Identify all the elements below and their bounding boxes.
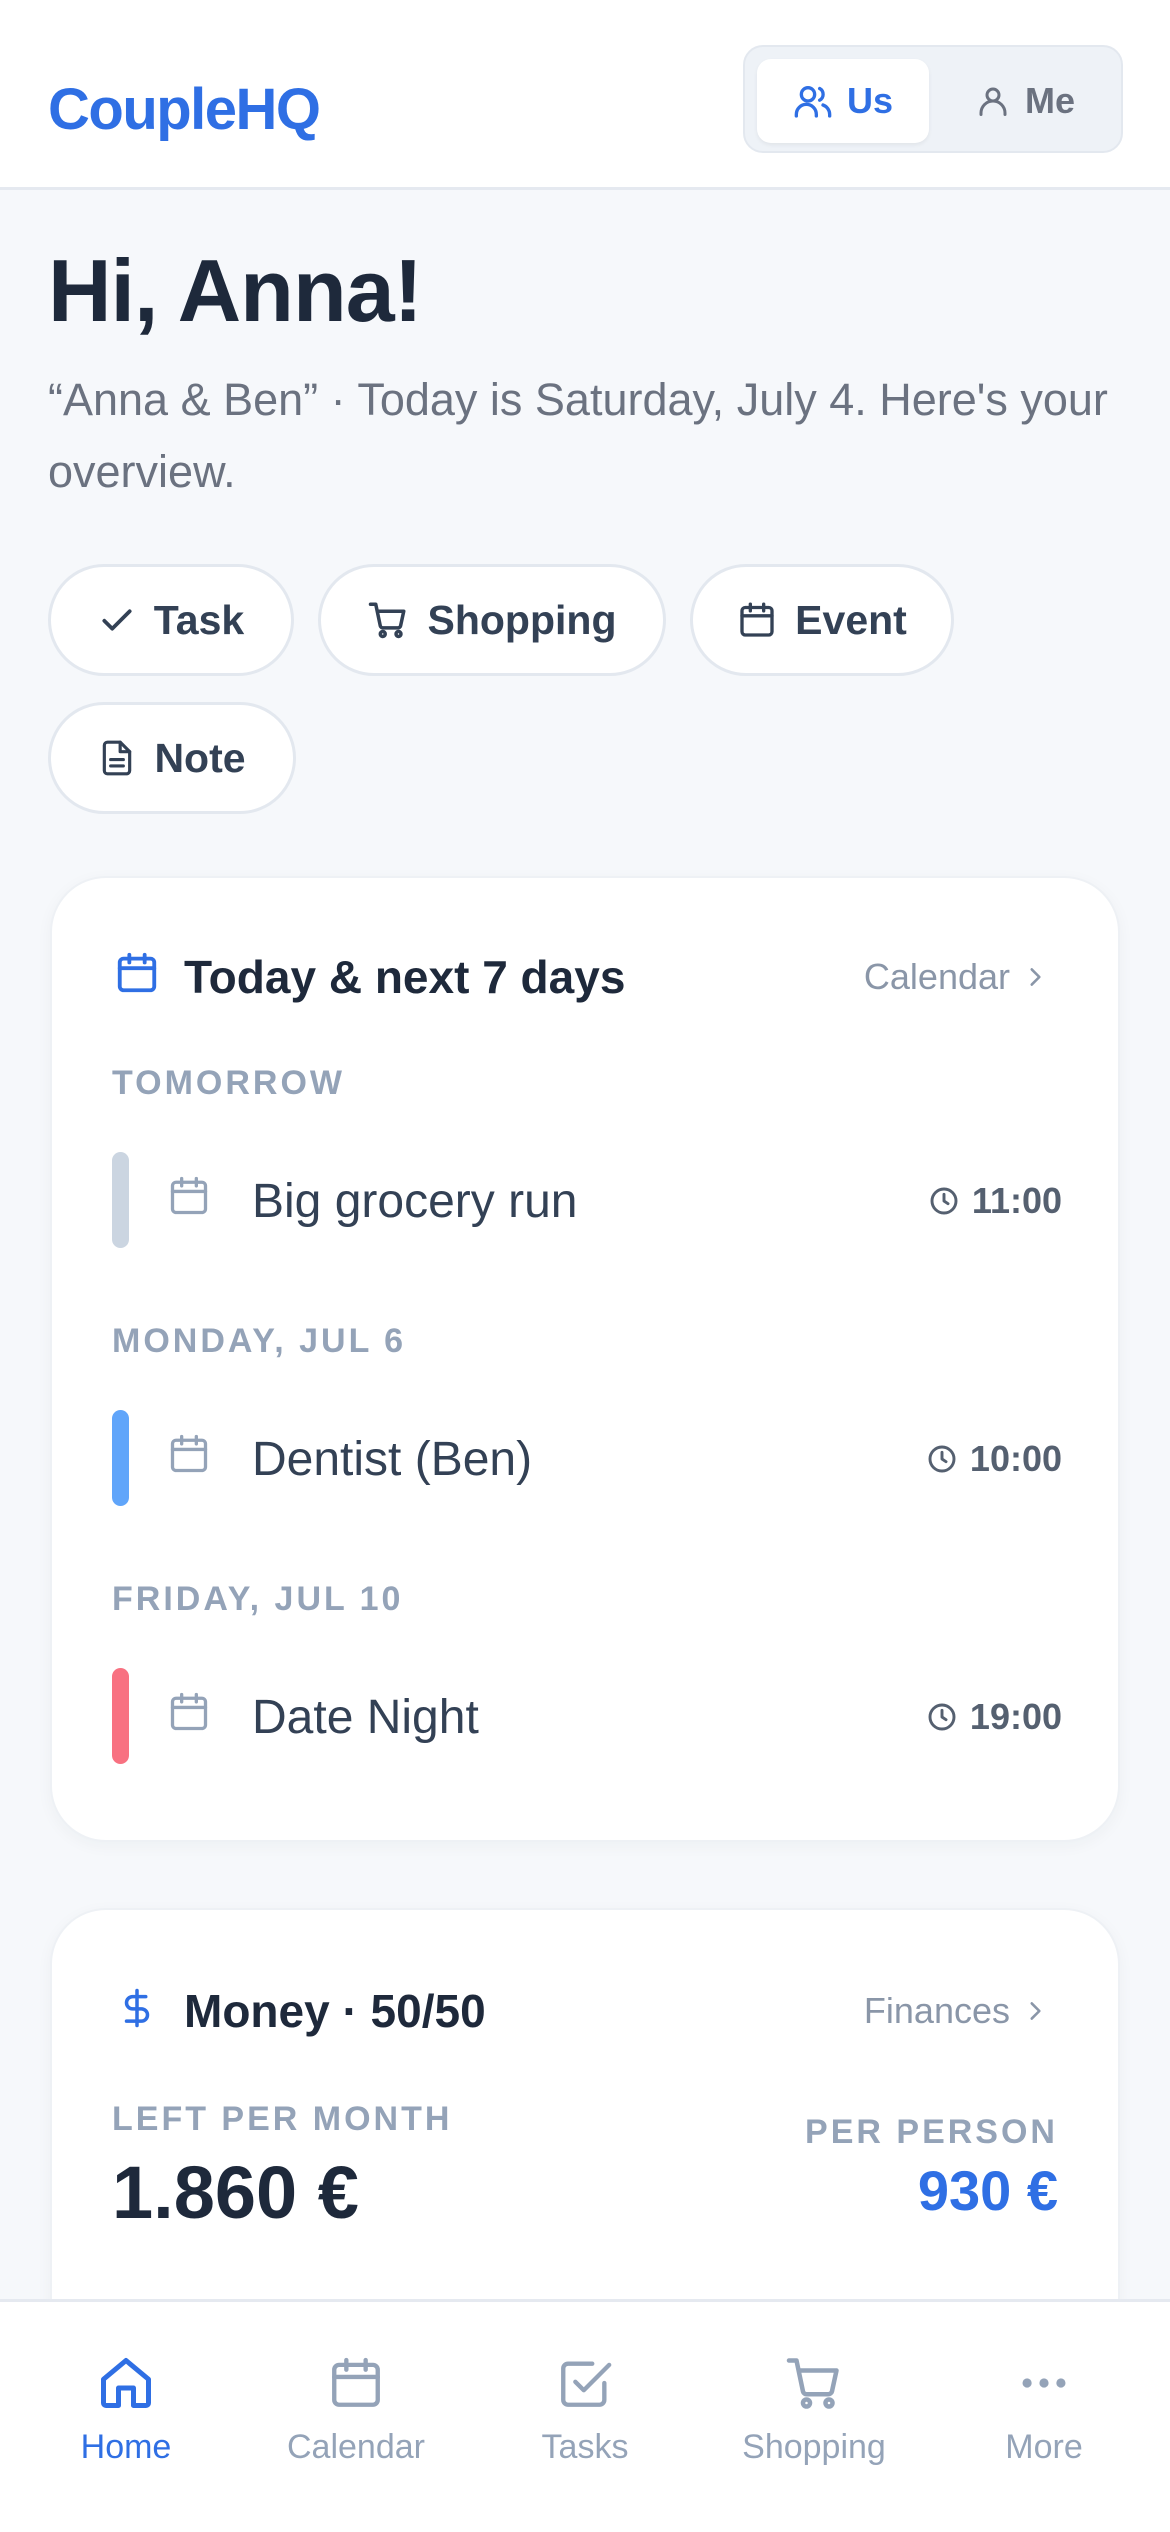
upcoming-card: Today & next 7 days Calendar TOMORROW Bi… xyxy=(50,876,1120,1842)
nav-calendar[interactable]: Calendar xyxy=(241,2352,471,2492)
nav-tasks-label: Tasks xyxy=(541,2428,629,2466)
app-logo[interactable]: CoupleHQ xyxy=(48,76,321,143)
note-icon xyxy=(98,739,136,777)
event-time-value: 10:00 xyxy=(969,1438,1062,1479)
nav-more[interactable]: More xyxy=(929,2352,1159,2492)
nav-more-label: More xyxy=(1005,2428,1083,2466)
cart-icon xyxy=(367,599,409,641)
clock-icon xyxy=(928,1185,960,1217)
nav-calendar-label: Calendar xyxy=(287,2428,425,2466)
nav-home[interactable]: Home xyxy=(11,2352,241,2492)
per-person-value: 930 € xyxy=(917,2159,1058,2222)
left-per-month-label: LEFT PER MONTH xyxy=(112,2100,453,2138)
event-title: Date Night xyxy=(252,1691,479,1744)
greeting-subtitle: “Anna & Ben” · Today is Saturday, July 4… xyxy=(48,374,1108,497)
quick-add-event-label: Event xyxy=(795,596,907,643)
left-per-month-value: 1.860 € xyxy=(112,2151,359,2234)
quick-add-event-button[interactable]: Event xyxy=(690,564,954,676)
event-title: Big grocery run xyxy=(252,1175,578,1228)
clock-icon xyxy=(926,1443,958,1475)
event-color-bar xyxy=(112,1668,129,1764)
event-color-bar xyxy=(112,1152,129,1248)
greeting-title: Hi, Anna! xyxy=(48,241,423,340)
home-icon xyxy=(96,2352,156,2414)
calendar-icon xyxy=(114,950,160,996)
more-icon xyxy=(1015,2352,1073,2414)
check-icon xyxy=(98,601,136,639)
money-card-title: Money · 50/50 xyxy=(184,1985,486,2037)
view-toggle: Us Me xyxy=(743,45,1123,153)
toggle-me-button[interactable]: Me xyxy=(939,59,1111,143)
event-time: 10:00 xyxy=(926,1438,1062,1480)
nav-home-label: Home xyxy=(80,2428,172,2466)
day-label: FRIDAY, JUL 10 xyxy=(112,1580,404,1618)
calendar-icon xyxy=(167,1432,211,1476)
tasks-icon xyxy=(556,2352,614,2414)
calendar-icon xyxy=(167,1690,211,1734)
calendar-icon xyxy=(327,2352,385,2414)
nav-shopping[interactable]: Shopping xyxy=(699,2352,929,2492)
quick-add-shopping-label: Shopping xyxy=(427,596,617,643)
event-row[interactable]: Dentist (Ben) 10:00 xyxy=(112,1406,1062,1506)
dollar-icon xyxy=(116,1984,158,2032)
user-icon xyxy=(975,83,1011,119)
toggle-us-button[interactable]: Us xyxy=(757,59,929,143)
app-header: CoupleHQ Us Me xyxy=(0,0,1170,190)
finances-link-label: Finances xyxy=(863,1990,1010,2031)
clock-icon xyxy=(926,1701,958,1733)
quick-add-shopping-button[interactable]: Shopping xyxy=(318,564,666,676)
calendar-icon xyxy=(167,1174,211,1218)
quick-add-task-button[interactable]: Task xyxy=(48,564,294,676)
toggle-us-label: Us xyxy=(846,80,894,121)
chevron-right-icon xyxy=(1022,964,1048,990)
event-time: 11:00 xyxy=(928,1180,1062,1222)
nav-tasks[interactable]: Tasks xyxy=(470,2352,700,2492)
calendar-icon xyxy=(737,600,777,640)
quick-add-note-label: Note xyxy=(154,734,246,781)
toggle-me-label: Me xyxy=(1024,80,1075,121)
day-label: TOMORROW xyxy=(112,1064,346,1102)
quick-add-note-button[interactable]: Note xyxy=(48,702,296,814)
event-title: Dentist (Ben) xyxy=(252,1433,533,1486)
event-color-bar xyxy=(112,1410,129,1506)
chevron-right-icon xyxy=(1022,1998,1048,2024)
finances-link[interactable]: Finances xyxy=(864,1990,1048,2032)
calendar-link[interactable]: Calendar xyxy=(864,956,1048,998)
event-time: 19:00 xyxy=(926,1696,1062,1738)
quick-add-task-label: Task xyxy=(153,596,245,643)
calendar-link-label: Calendar xyxy=(863,956,1010,997)
event-row[interactable]: Big grocery run 11:00 xyxy=(112,1148,1062,1248)
cart-icon xyxy=(784,2352,844,2414)
upcoming-card-title: Today & next 7 days xyxy=(184,951,626,1003)
day-label: MONDAY, JUL 6 xyxy=(112,1322,407,1360)
users-icon xyxy=(793,81,833,121)
per-person-label: PER PERSON xyxy=(805,2113,1058,2151)
nav-shopping-label: Shopping xyxy=(742,2428,886,2466)
event-row[interactable]: Date Night 19:00 xyxy=(112,1664,1062,1764)
event-time-value: 19:00 xyxy=(969,1696,1062,1737)
bottom-nav: Home Calendar Tasks Shopping More xyxy=(0,2299,1170,2532)
event-time-value: 11:00 xyxy=(971,1180,1062,1221)
